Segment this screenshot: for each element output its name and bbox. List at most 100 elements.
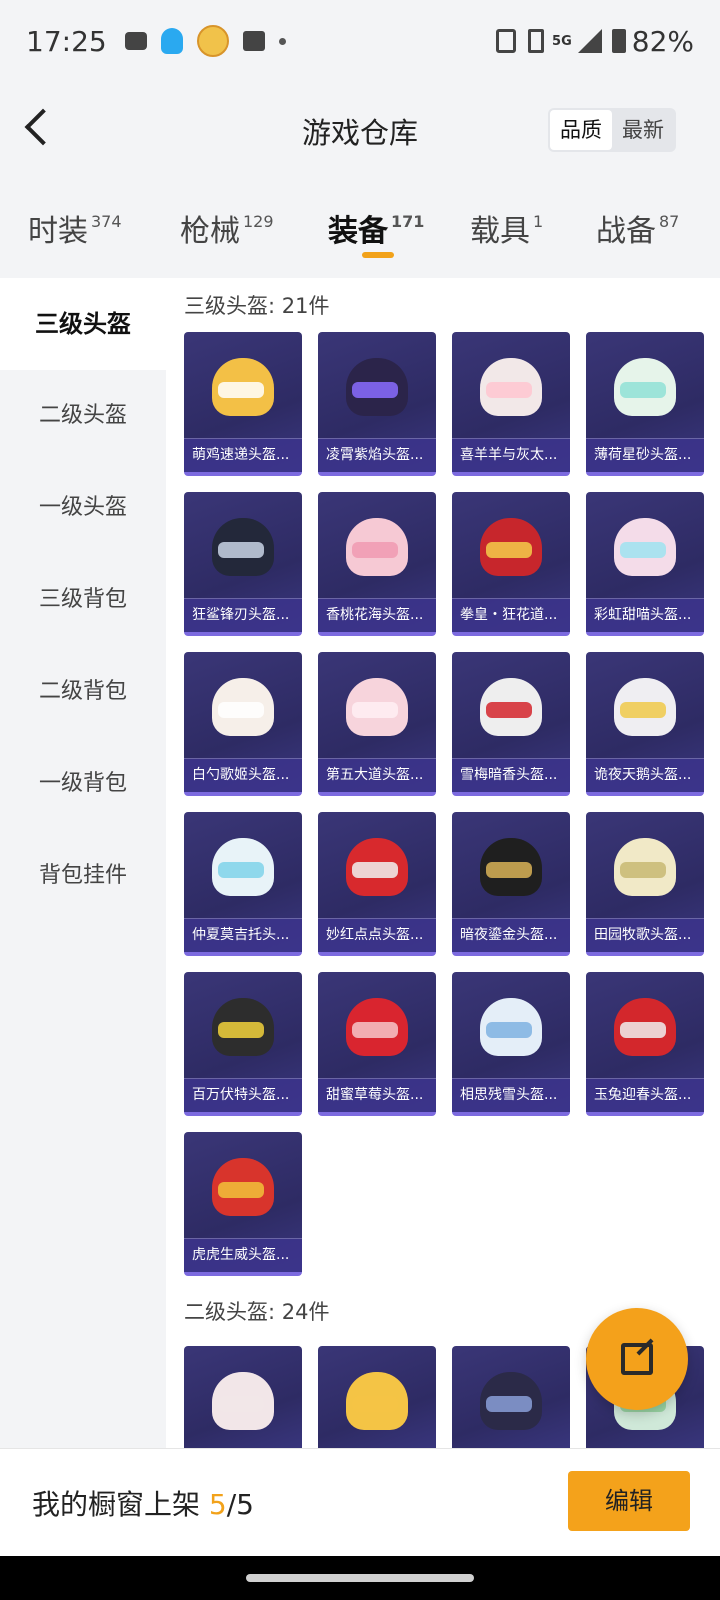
section-title: 三级头盔: 21件	[184, 294, 330, 318]
item-card[interactable]: 玉兔迎春头盔...	[586, 972, 704, 1116]
tab-supplies[interactable]: 战备 87	[596, 206, 679, 250]
helmet-visor	[218, 1396, 264, 1412]
item-card[interactable]: 香桃花海头盔...	[318, 492, 436, 636]
vibrate-icon	[496, 29, 517, 53]
helmet-visor	[486, 702, 532, 718]
item-name: 萌鸡速递头盔...	[184, 438, 302, 472]
helmet-visor	[218, 862, 264, 878]
item-name: 仲夏莫吉托头...	[184, 918, 302, 952]
tab-count: 1	[533, 212, 544, 231]
showcase-bar: 我的橱窗上架 5/5 编辑	[0, 1448, 720, 1556]
active-tab-indicator	[362, 252, 394, 258]
mail-icon	[242, 31, 265, 51]
helmet-visor	[486, 1022, 532, 1038]
item-name: 百万伏特头盔...	[184, 1078, 302, 1112]
home-gesture-bar[interactable]	[246, 1574, 474, 1582]
helmet-visor	[352, 1022, 398, 1038]
item-card[interactable]: 相思残雪头盔...	[452, 972, 570, 1116]
item-card[interactable]: 喜羊羊与灰太...	[452, 332, 570, 476]
item-name: 喜羊羊与灰太...	[452, 438, 570, 472]
item-card[interactable]: 甜蜜草莓头盔...	[318, 972, 436, 1116]
item-name: 妙红点点头盔...	[318, 918, 436, 952]
helmet-visor	[352, 1396, 398, 1412]
sidebar-item-backpack-charms[interactable]: 背包挂件	[0, 830, 166, 922]
tab-equipment[interactable]: 装备 171	[328, 206, 424, 250]
item-name: 田园牧歌头盔...	[586, 918, 704, 952]
qq-icon	[160, 28, 183, 54]
sidebar-item-level3-backpack[interactable]: 三级背包	[0, 554, 166, 646]
item-card[interactable]: 百万伏特头盔...	[184, 972, 302, 1116]
sort-toggle: 品质 最新	[548, 108, 676, 152]
showcase-label: 我的橱窗上架	[32, 1488, 201, 1521]
item-name: 甜蜜草莓头盔...	[318, 1078, 436, 1112]
sidebar-item-level3-helmet[interactable]: 三级头盔	[0, 278, 166, 370]
tab-count: 87	[659, 212, 680, 231]
share-icon	[621, 1343, 653, 1375]
tab-count: 171	[391, 212, 425, 231]
helmet-visor	[352, 862, 398, 878]
more-notifications-dot-icon	[278, 37, 286, 45]
item-card[interactable]: 凌霄紫焰头盔...	[318, 332, 436, 476]
item-card[interactable]: 诡夜天鹅头盔...	[586, 652, 704, 796]
item-card[interactable]: 彩虹甜喵头盔...	[586, 492, 704, 636]
item-name: 第五大道头盔...	[318, 758, 436, 792]
item-card[interactable]: 雪梅暗香头盔...	[452, 652, 570, 796]
share-button[interactable]	[586, 1308, 688, 1410]
edit-button[interactable]: 编辑	[568, 1471, 690, 1531]
helmet-visor	[352, 382, 398, 398]
helmet-visor	[486, 1396, 532, 1412]
showcase-count: 5	[208, 1488, 227, 1521]
tab-label: 枪械	[180, 214, 240, 249]
item-card[interactable]: 田园牧歌头盔...	[586, 812, 704, 956]
item-name: 拳皇・狂花道...	[452, 598, 570, 632]
item-card[interactable]: 第五大道头盔...	[318, 652, 436, 796]
sim-icon	[528, 29, 545, 53]
item-card[interactable]: 虎虎生威头盔...	[184, 1132, 302, 1276]
tab-guns[interactable]: 枪械 129	[180, 206, 274, 250]
item-card[interactable]: 拳皇・狂花道...	[452, 492, 570, 636]
sidebar-item-level2-helmet[interactable]: 二级头盔	[0, 370, 166, 462]
item-name: 薄荷星砂头盔...	[586, 438, 704, 472]
status-time: 17:25	[26, 24, 107, 58]
sidebar-item-level1-backpack[interactable]: 一级背包	[0, 738, 166, 830]
message-icon	[124, 32, 147, 50]
helmet-visor	[620, 542, 666, 558]
item-card[interactable]: 狂鲨锋刃头盔...	[184, 492, 302, 636]
tab-fashion[interactable]: 时装 374	[28, 206, 122, 250]
item-name: 玉兔迎春头盔...	[586, 1078, 704, 1112]
status-bar: 17:25 5G 82%	[0, 0, 720, 82]
tab-label: 时装	[28, 214, 88, 249]
tab-vehicles[interactable]: 载具 1	[470, 206, 543, 250]
item-name: 虎虎生威头盔...	[184, 1238, 302, 1272]
sort-option-quality[interactable]: 品质	[550, 110, 612, 150]
item-list[interactable]: 三级头盔: 21件 萌鸡速递头盔... 凌霄紫焰头盔... 喜羊羊与灰太... 薄荷星…	[166, 278, 720, 1448]
item-name: 彩虹甜喵头盔...	[586, 598, 704, 632]
item-card[interactable]: 薄荷星砂头盔...	[586, 332, 704, 476]
sidebar: 三级头盔 二级头盔 一级头盔 三级背包 二级背包 一级背包 背包挂件	[0, 278, 166, 1448]
sidebar-item-level2-backpack[interactable]: 二级背包	[0, 646, 166, 738]
sidebar-item-level1-helmet[interactable]: 一级头盔	[0, 462, 166, 554]
helmet-visor	[218, 1022, 264, 1038]
item-card[interactable]: 仲夏莫吉托头...	[184, 812, 302, 956]
item-name: 狂鲨锋刃头盔...	[184, 598, 302, 632]
tab-count: 374	[91, 212, 122, 231]
item-card[interactable]: 暗夜鎏金头盔...	[452, 812, 570, 956]
helmet-visor	[218, 1182, 264, 1198]
helmet-visor	[620, 1022, 666, 1038]
item-card[interactable]: 妙红点点头盔...	[318, 812, 436, 956]
tab-count: 129	[243, 212, 274, 231]
sort-option-latest[interactable]: 最新	[612, 110, 674, 150]
item-name: 暗夜鎏金头盔...	[452, 918, 570, 952]
item-card[interactable]	[184, 1346, 302, 1448]
item-card[interactable]: 萌鸡速递头盔...	[184, 332, 302, 476]
item-card[interactable]: 白勺歌姬头盔...	[184, 652, 302, 796]
tab-label: 装备	[328, 214, 388, 249]
item-name: 相思残雪头盔...	[452, 1078, 570, 1112]
helmet-visor	[620, 862, 666, 878]
battery-icon	[611, 29, 626, 53]
helmet-visor	[218, 542, 264, 558]
category-tabs: 时装 374 枪械 129 装备 171 载具 1 战备 87	[0, 196, 720, 276]
helmet-visor	[218, 702, 264, 718]
item-card[interactable]	[318, 1346, 436, 1448]
item-card[interactable]	[452, 1346, 570, 1448]
